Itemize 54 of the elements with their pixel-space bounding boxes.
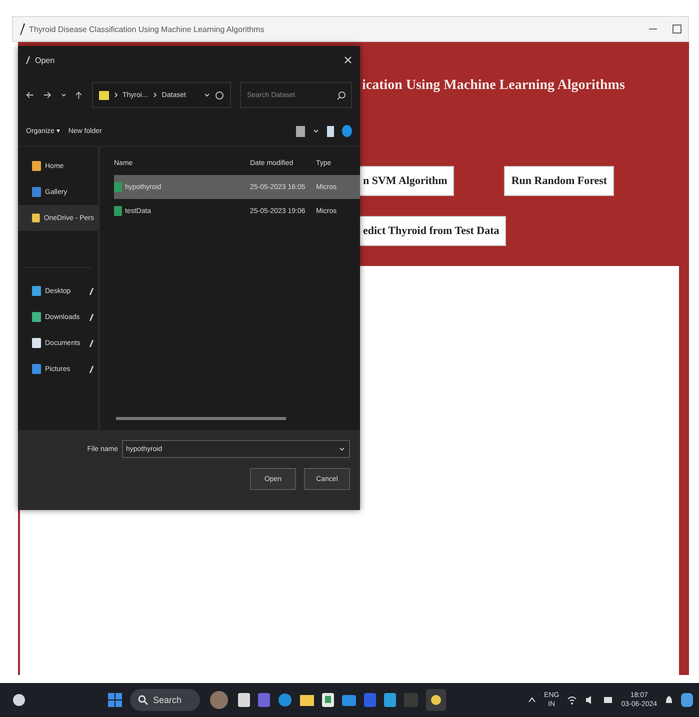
chevron-up-icon[interactable] xyxy=(528,697,536,703)
spreadsheet-file-icon xyxy=(114,182,122,192)
battery-icon[interactable] xyxy=(603,695,614,705)
maximize-icon[interactable] xyxy=(672,24,682,34)
search-icon xyxy=(138,695,148,705)
folder-icon xyxy=(98,90,108,100)
preview-pane-icon[interactable] xyxy=(327,126,334,136)
scrollbar[interactable] xyxy=(116,417,286,420)
python-icon[interactable] xyxy=(426,689,446,711)
document-icon xyxy=(32,338,41,348)
copilot-icon[interactable] xyxy=(681,693,694,707)
chevron-down-icon[interactable] xyxy=(60,93,66,97)
close-icon[interactable] xyxy=(344,56,352,64)
picture-icon xyxy=(32,364,41,374)
up-arrow-icon[interactable] xyxy=(75,90,82,100)
pin-icon xyxy=(89,366,94,372)
bell-icon[interactable] xyxy=(665,695,674,705)
back-arrow-icon[interactable] xyxy=(26,91,34,99)
home-icon xyxy=(32,161,41,171)
feather-icon xyxy=(26,56,30,64)
gallery-icon xyxy=(32,187,41,197)
chevron-down-icon[interactable] xyxy=(204,93,210,97)
chevron-right-icon xyxy=(152,92,157,98)
desktop-icon xyxy=(32,286,41,296)
taskbar-search[interactable]: Search xyxy=(130,689,200,711)
wifi-icon[interactable] xyxy=(567,695,578,705)
view-icon[interactable] xyxy=(296,126,305,136)
search-highlight-icon[interactable] xyxy=(208,690,230,710)
download-icon xyxy=(32,312,41,322)
weather-icon[interactable] xyxy=(12,693,26,707)
folder-icon[interactable] xyxy=(300,693,314,707)
app-icon[interactable] xyxy=(238,693,250,707)
mail-icon[interactable] xyxy=(342,693,356,707)
help-icon[interactable] xyxy=(342,125,352,137)
pin-icon xyxy=(89,288,94,294)
feather-icon xyxy=(19,23,25,35)
search-icon xyxy=(336,91,346,100)
random-forest-button[interactable]: Run Random Forest xyxy=(504,166,614,196)
pin-icon xyxy=(89,340,94,346)
app-icon[interactable] xyxy=(384,693,396,707)
chevron-down-icon[interactable] xyxy=(313,129,319,133)
windows-start-icon[interactable] xyxy=(108,693,122,707)
spreadsheet-file-icon xyxy=(114,206,122,216)
forward-arrow-icon[interactable] xyxy=(43,91,52,99)
window-title: Thyroid Disease Classification Using Machine Learning Algorithms xyxy=(29,24,264,34)
pin-icon xyxy=(89,314,94,320)
app-icon[interactable] xyxy=(322,693,334,707)
chevron-down-icon[interactable] xyxy=(339,447,345,451)
dialog-title: Open xyxy=(35,56,55,64)
chevron-right-icon xyxy=(114,92,118,98)
refresh-icon[interactable] xyxy=(214,90,224,100)
folder-icon xyxy=(32,213,40,223)
browser-icon[interactable] xyxy=(278,693,292,707)
app-heading: ication Using Machine Learning Algorithms xyxy=(362,78,626,95)
